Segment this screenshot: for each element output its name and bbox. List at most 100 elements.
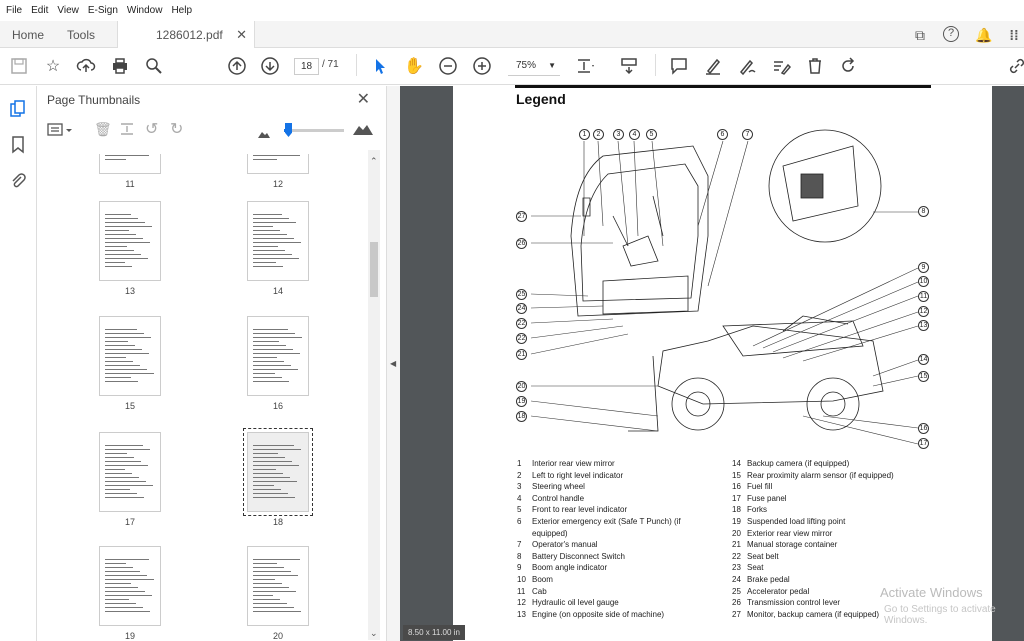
thumbnail-text-line xyxy=(253,599,280,600)
rotate-right-icon[interactable]: ↻ xyxy=(170,119,183,139)
thumbnail-text-line xyxy=(253,575,298,576)
select-cursor-icon[interactable] xyxy=(369,56,391,78)
link-icon[interactable] xyxy=(1006,56,1024,78)
thumbnail-text-line xyxy=(105,242,150,243)
page-thumbnail[interactable] xyxy=(247,201,309,281)
page-fit-icon[interactable] xyxy=(574,56,596,78)
page-thumbnail[interactable] xyxy=(247,154,309,174)
delete-page-icon[interactable]: 🗑 xyxy=(94,121,112,138)
rotate-icon[interactable] xyxy=(837,56,859,78)
bookmark-star-icon[interactable]: ☆ xyxy=(42,56,64,78)
thumbnail-text-line xyxy=(105,611,150,612)
delete-trash-icon[interactable] xyxy=(804,56,826,78)
menu-file[interactable]: File xyxy=(6,5,22,16)
scroll-mode-icon[interactable] xyxy=(618,56,640,78)
menu-edit[interactable]: Edit xyxy=(31,5,48,16)
previous-page-icon[interactable] xyxy=(226,56,248,78)
callout-number: 4 xyxy=(629,129,640,140)
thumbnail-text-line xyxy=(105,258,148,259)
page-thumbnail[interactable] xyxy=(99,154,161,174)
page-thumbnail[interactable] xyxy=(99,316,161,396)
menu-bar: File Edit View E-Sign Window Help xyxy=(0,0,1024,21)
legend-item-text: Suspended load lifting point xyxy=(747,517,846,526)
help-icon[interactable]: ? xyxy=(943,26,959,42)
thumbnail-text-line xyxy=(253,477,290,478)
legend-item-number: 2 xyxy=(517,470,522,480)
legend-item-text: Hydraulic oil level gauge xyxy=(532,598,619,608)
thumbnail-text-line xyxy=(105,469,125,470)
slider-handle[interactable] xyxy=(285,123,292,137)
thumbnail-text-line xyxy=(105,591,145,592)
page-thumbnail[interactable] xyxy=(99,546,161,626)
page-thumbnail[interactable] xyxy=(99,432,161,512)
page-number-input[interactable]: 18 xyxy=(294,58,319,75)
options-menu-icon[interactable] xyxy=(47,122,75,138)
page-thumbnails-icon[interactable] xyxy=(9,100,27,118)
legend-item: 20 Exterior rear view mirror xyxy=(732,529,832,539)
thumbnail-text-line xyxy=(253,329,288,330)
legend-item: 4 Control handle xyxy=(517,494,584,504)
close-tab-icon[interactable]: ✕ xyxy=(236,27,247,43)
highlight-pen-icon[interactable] xyxy=(702,56,724,78)
panel-splitter[interactable]: ◀ xyxy=(386,86,400,641)
tab-tools[interactable]: Tools xyxy=(67,21,95,48)
rotate-left-icon[interactable]: ↺ xyxy=(145,119,158,139)
callout-number: 27 xyxy=(516,211,527,222)
legend-item: 26 Transmission control lever xyxy=(732,598,840,608)
small-thumbnail-icon[interactable] xyxy=(258,127,270,138)
thumbnail-text-line xyxy=(253,353,300,354)
bell-icon[interactable]: 🔔 xyxy=(975,26,993,44)
legend-item-number: 3 xyxy=(517,482,522,492)
edit-text-icon[interactable] xyxy=(770,56,792,78)
legend-item: 21 Manual storage container xyxy=(732,540,837,550)
legend-item-number: 24 xyxy=(732,575,741,584)
callout-number: 3 xyxy=(613,129,624,140)
legend-item-number: 4 xyxy=(517,493,522,503)
page-thumbnail[interactable] xyxy=(247,546,309,626)
comment-icon[interactable] xyxy=(668,56,690,78)
zoom-in-icon[interactable] xyxy=(471,56,493,78)
save-icon[interactable] xyxy=(8,56,30,78)
hand-tool-icon[interactable]: ✋ xyxy=(403,56,425,78)
page-thumbnail[interactable] xyxy=(99,201,161,281)
menu-window[interactable]: Window xyxy=(127,5,163,16)
scroll-down-icon[interactable]: ⌄ xyxy=(370,628,378,639)
thumbnail-text-line xyxy=(105,234,136,235)
legend-item-number: 14 xyxy=(732,459,741,468)
zoom-out-icon[interactable] xyxy=(437,56,459,78)
print-icon[interactable] xyxy=(109,56,131,78)
zoom-select[interactable]: 75% ▼ xyxy=(508,56,560,76)
upload-cloud-icon[interactable] xyxy=(75,56,97,78)
extract-page-icon[interactable] xyxy=(119,121,135,137)
callout-number: 20 xyxy=(516,381,527,392)
scrollbar-thumb[interactable] xyxy=(370,242,378,297)
large-thumbnail-icon[interactable] xyxy=(353,123,373,135)
legend-item-text: Seat belt xyxy=(747,551,779,561)
tab-document[interactable]: 1286012.pdf ✕ xyxy=(117,21,255,48)
legend-item-number: 26 xyxy=(732,598,741,608)
thumbnail-text-line xyxy=(105,595,152,596)
thumbnail-text-line xyxy=(253,493,288,494)
bookmark-icon[interactable] xyxy=(10,136,26,154)
toolbar-divider xyxy=(356,54,357,76)
next-page-icon[interactable] xyxy=(259,56,281,78)
thumbnail-text-line xyxy=(105,246,127,247)
attachment-icon[interactable] xyxy=(10,172,26,190)
menu-view[interactable]: View xyxy=(57,5,79,16)
page-thumbnail[interactable] xyxy=(247,316,309,396)
collapse-panel-icon[interactable]: ◀ xyxy=(390,359,396,368)
page-thumbnail[interactable] xyxy=(243,428,313,516)
tab-home[interactable]: Home xyxy=(12,21,44,48)
draw-icon[interactable] xyxy=(736,56,758,78)
legend-item-number: 21 xyxy=(732,540,741,550)
thumbnail-size-slider[interactable] xyxy=(284,129,344,132)
apps-grid-icon[interactable]: ⁞⁞ xyxy=(1005,26,1023,44)
thumbnail-scrollbar[interactable] xyxy=(368,150,380,640)
zoom-search-icon[interactable] xyxy=(143,56,165,78)
share-screen-icon[interactable]: ⧉ xyxy=(911,26,929,44)
legend-item-text: Manual storage container xyxy=(747,540,838,550)
menu-help[interactable]: Help xyxy=(171,5,192,16)
scroll-up-icon[interactable]: ⌃ xyxy=(370,156,378,167)
close-panel-icon[interactable]: ✕ xyxy=(357,89,370,109)
menu-esign[interactable]: E-Sign xyxy=(88,5,118,16)
